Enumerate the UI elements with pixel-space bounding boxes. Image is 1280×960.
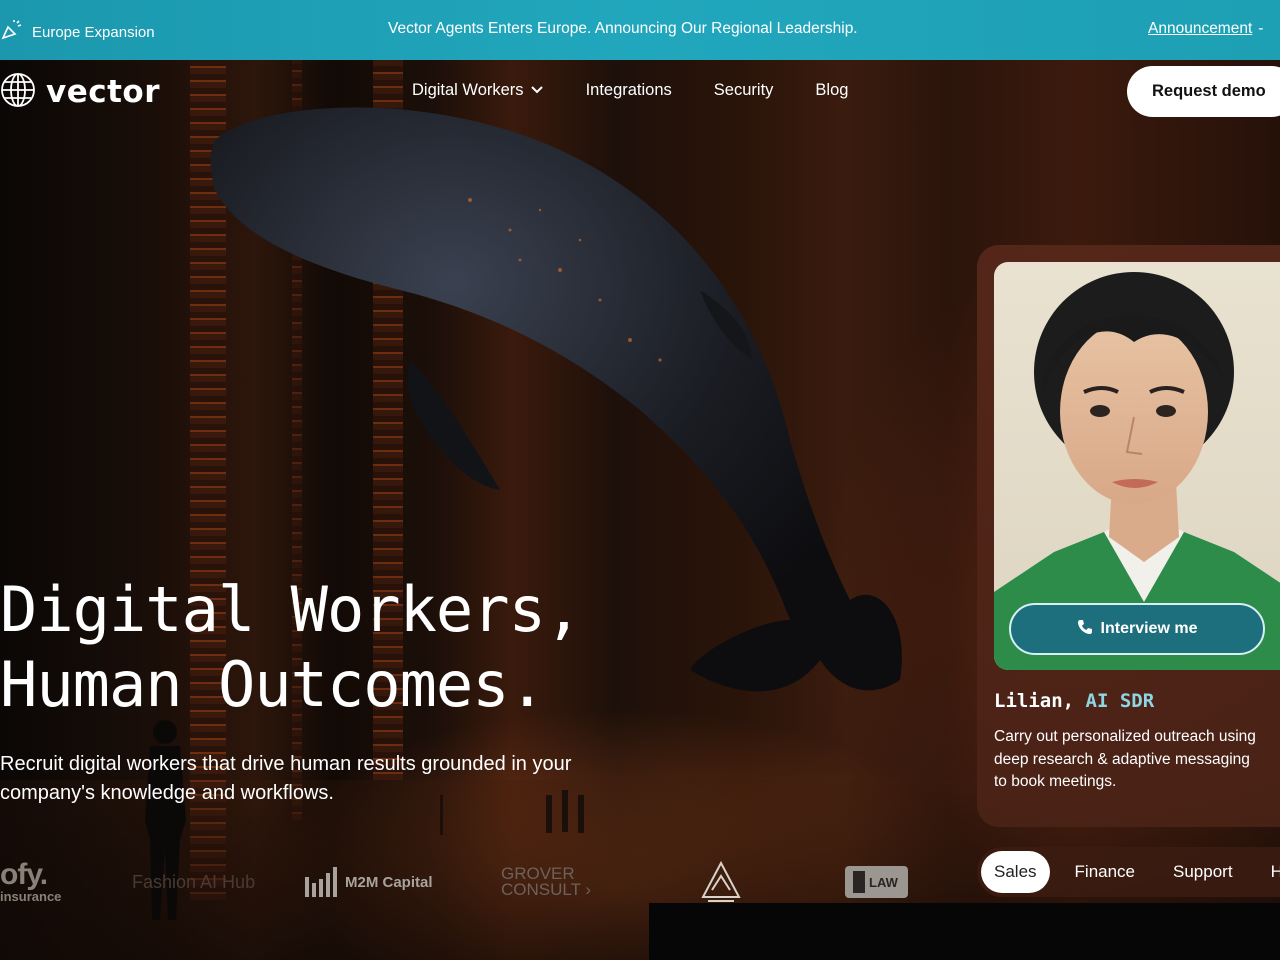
nav-item-integrations[interactable]: Integrations xyxy=(586,81,672,100)
announcement-tag: Europe Expansion xyxy=(0,18,155,46)
tab-sales[interactable]: Sales xyxy=(981,851,1050,893)
announcement-bar: Europe Expansion Vector Agents Enters Eu… xyxy=(0,0,1280,60)
chevron-down-icon[interactable] xyxy=(530,81,544,100)
hero-subline: Recruit digital workers that drive human… xyxy=(0,753,572,804)
brand-name[interactable]: vector xyxy=(46,74,160,110)
nav-item-label[interactable]: Digital Workers xyxy=(412,81,524,100)
section-divider xyxy=(649,903,1280,960)
logo-defy: ofy. insurance xyxy=(0,857,62,904)
nav-item-label[interactable]: Blog xyxy=(815,81,848,100)
tab-hr[interactable]: HR xyxy=(1258,851,1280,893)
nav-item-blog[interactable]: Blog xyxy=(815,81,848,100)
department-tabs: Sales Finance Support HR xyxy=(977,847,1280,897)
hero-headline-line-1: Digital Workers, xyxy=(0,573,582,646)
worker-name-text: Lilian, xyxy=(994,690,1075,712)
nav-item-label[interactable]: Security xyxy=(714,81,774,100)
announcement-link[interactable]: Announcement - xyxy=(1148,20,1263,38)
hero-headline-line-2: Human Outcomes. xyxy=(0,648,546,721)
tab-finance[interactable]: Finance xyxy=(1062,851,1148,893)
phone-icon[interactable] xyxy=(1077,619,1093,640)
globe-icon xyxy=(0,72,36,112)
nav-item-digital-workers[interactable]: Digital Workers xyxy=(412,81,544,100)
worker-description: Carry out personalized outreach using de… xyxy=(994,728,1256,790)
logo-m2m-capital: M2M Capital xyxy=(305,852,433,912)
logo-fashion-ai-hub: Fashion AI Hub xyxy=(132,871,256,892)
announcement-tag-label: Europe Expansion xyxy=(32,23,155,41)
worker-name: Lilian, AI SDR xyxy=(994,690,1154,712)
worker-role: AI SDR xyxy=(1085,690,1155,712)
request-demo-button[interactable]: Request demo xyxy=(1127,66,1280,117)
brand-logo[interactable]: vector xyxy=(0,72,160,112)
tab-support[interactable]: Support xyxy=(1160,851,1246,893)
hero-headline: Digital Workers, Human Outcomes. xyxy=(0,572,640,722)
logo-grover-consult: GROVER CONSULT › xyxy=(501,864,592,899)
announcement-headline: Vector Agents Enters Europe. Announcing … xyxy=(388,20,858,37)
arrow-icon: - xyxy=(1258,20,1264,37)
interview-me-label[interactable]: Interview me xyxy=(1101,620,1198,638)
interview-me-button[interactable]: Interview me xyxy=(1009,603,1265,655)
nav-item-label[interactable]: Integrations xyxy=(586,81,672,100)
megaphone-icon xyxy=(0,18,24,46)
main-nav: Digital Workers Integrations Security Bl… xyxy=(412,81,848,100)
announcement-link-label[interactable]: Announcement xyxy=(1148,20,1252,37)
nav-item-security[interactable]: Security xyxy=(714,81,774,100)
